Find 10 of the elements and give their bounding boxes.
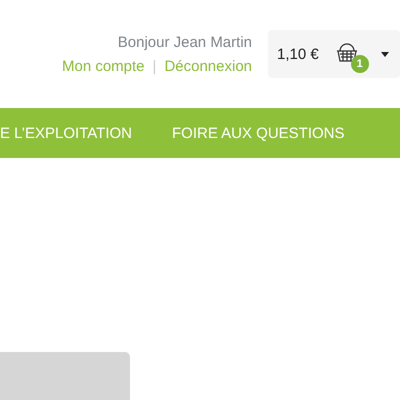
cart-total: 1,10 € — [277, 46, 319, 62]
logout-link[interactable]: Déconnexion — [164, 57, 252, 77]
cart-count-badge: 1 — [350, 55, 369, 73]
nav-item[interactable]: E L’EXPLOITATION — [0, 124, 132, 142]
nav-item[interactable]: FOIRE AUX QUESTIONS — [172, 124, 345, 142]
separator: | — [152, 57, 156, 77]
account-link[interactable]: Mon compte — [62, 57, 145, 77]
caret-icon[interactable] — [380, 52, 389, 56]
greeting-text: Bonjour Jean Martin — [118, 33, 252, 53]
cart-button[interactable]: 1,10 € 1 — [268, 30, 400, 78]
